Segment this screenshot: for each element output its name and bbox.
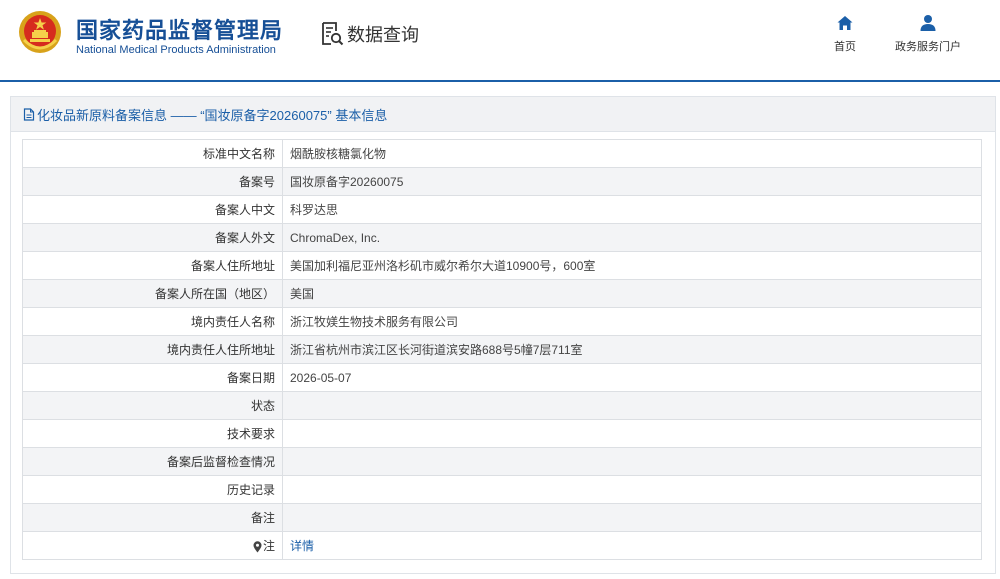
document-search-icon — [322, 22, 344, 46]
table-row: 备案人住所地址 美国加利福尼亚州洛杉矶市威尔希尔大道10900号，600室 — [22, 251, 982, 280]
table-row: 境内责任人名称 浙江牧媄生物技术服务有限公司 — [22, 307, 982, 336]
table-row: 备案人中文 科罗达思 — [22, 195, 982, 224]
table-row: 标准中文名称 烟酰胺核糖氯化物 — [22, 139, 982, 168]
nav-home-label: 首页 — [834, 41, 856, 53]
org-name-en[interactable]: National Medical Products Administration — [76, 44, 276, 56]
field-value — [282, 447, 982, 476]
field-label: 备案日期 — [22, 363, 283, 392]
home-icon — [837, 16, 853, 30]
record-info-table: 标准中文名称 烟酰胺核糖氯化物 备案号 国妆原备字20260075 备案人中文 … — [22, 139, 982, 560]
field-label: 历史记录 — [22, 475, 283, 504]
field-label: 标准中文名称 — [22, 139, 283, 168]
field-value: 2026-05-07 — [282, 363, 982, 392]
site-header: 国家药品监督管理局 National Medical Products Admi… — [0, 0, 1000, 80]
table-row: 备案号 国妆原备字20260075 — [22, 167, 982, 196]
detail-link[interactable]: 详情 — [290, 539, 314, 553]
note-label: 注 — [262, 539, 275, 553]
data-query-link[interactable]: 数据查询 — [320, 20, 419, 48]
field-label: 备案号 — [22, 167, 283, 196]
user-icon — [920, 15, 936, 31]
data-query-label: 数据查询 — [347, 25, 419, 45]
field-value: 科罗达思 — [282, 195, 982, 224]
field-value — [282, 475, 982, 504]
table-row: 备案人外文 ChromaDex, Inc. — [22, 223, 982, 252]
table-row-note: 注 详情 — [22, 531, 982, 560]
org-name-cn[interactable]: 国家药品监督管理局 — [76, 13, 283, 45]
field-label: 境内责任人名称 — [22, 307, 283, 336]
table-row: 备案日期 2026-05-07 — [22, 363, 982, 392]
field-label: 备注 — [22, 503, 283, 532]
field-value: 浙江牧媄生物技术服务有限公司 — [282, 307, 982, 336]
field-label: 备案后监督检查情况 — [22, 447, 283, 476]
header-divider — [0, 80, 1000, 82]
table-row: 状态 — [22, 391, 982, 420]
field-value — [282, 391, 982, 420]
document-icon — [23, 107, 35, 121]
note-label-cell: 注 — [22, 531, 283, 560]
pin-icon — [253, 541, 262, 553]
table-row: 技术要求 — [22, 419, 982, 448]
nav-portal-button[interactable]: 政务服务门户 — [888, 14, 968, 54]
panel-title: 化妆品新原料备案信息 —— “国妆原备字20260075” 基本信息 — [37, 107, 388, 123]
field-label: 境内责任人住所地址 — [22, 335, 283, 364]
field-value: 国妆原备字20260075 — [282, 167, 982, 196]
table-row: 备案人所在国（地区） 美国 — [22, 279, 982, 308]
table-row: 备注 — [22, 503, 982, 532]
field-label: 状态 — [22, 391, 283, 420]
panel-title-bar: 化妆品新原料备案信息 —— “国妆原备字20260075” 基本信息 — [11, 97, 995, 132]
field-value: 美国 — [282, 279, 982, 308]
nav-portal-label: 政务服务门户 — [895, 41, 961, 53]
table-row: 境内责任人住所地址 浙江省杭州市滨江区长河街道滨安路688号5幢7层711室 — [22, 335, 982, 364]
field-value: 烟酰胺核糖氯化物 — [282, 139, 982, 168]
field-label: 技术要求 — [22, 419, 283, 448]
field-label: 备案人中文 — [22, 195, 283, 224]
field-value — [282, 419, 982, 448]
field-value: ChromaDex, Inc. — [282, 223, 982, 252]
nav-home-button[interactable]: 首页 — [828, 14, 862, 54]
field-value: 浙江省杭州市滨江区长河街道滨安路688号5幢7层711室 — [282, 335, 982, 364]
table-row: 备案后监督检查情况 — [22, 447, 982, 476]
table-row: 历史记录 — [22, 475, 982, 504]
record-panel: 化妆品新原料备案信息 —— “国妆原备字20260075” 基本信息 标准中文名… — [10, 96, 996, 574]
note-value-cell: 详情 — [282, 531, 982, 560]
field-label: 备案人外文 — [22, 223, 283, 252]
national-emblem-icon — [19, 11, 61, 53]
field-value — [282, 503, 982, 532]
field-label: 备案人住所地址 — [22, 251, 283, 280]
field-label: 备案人所在国（地区） — [22, 279, 283, 308]
field-value: 美国加利福尼亚州洛杉矶市威尔希尔大道10900号，600室 — [282, 251, 982, 280]
